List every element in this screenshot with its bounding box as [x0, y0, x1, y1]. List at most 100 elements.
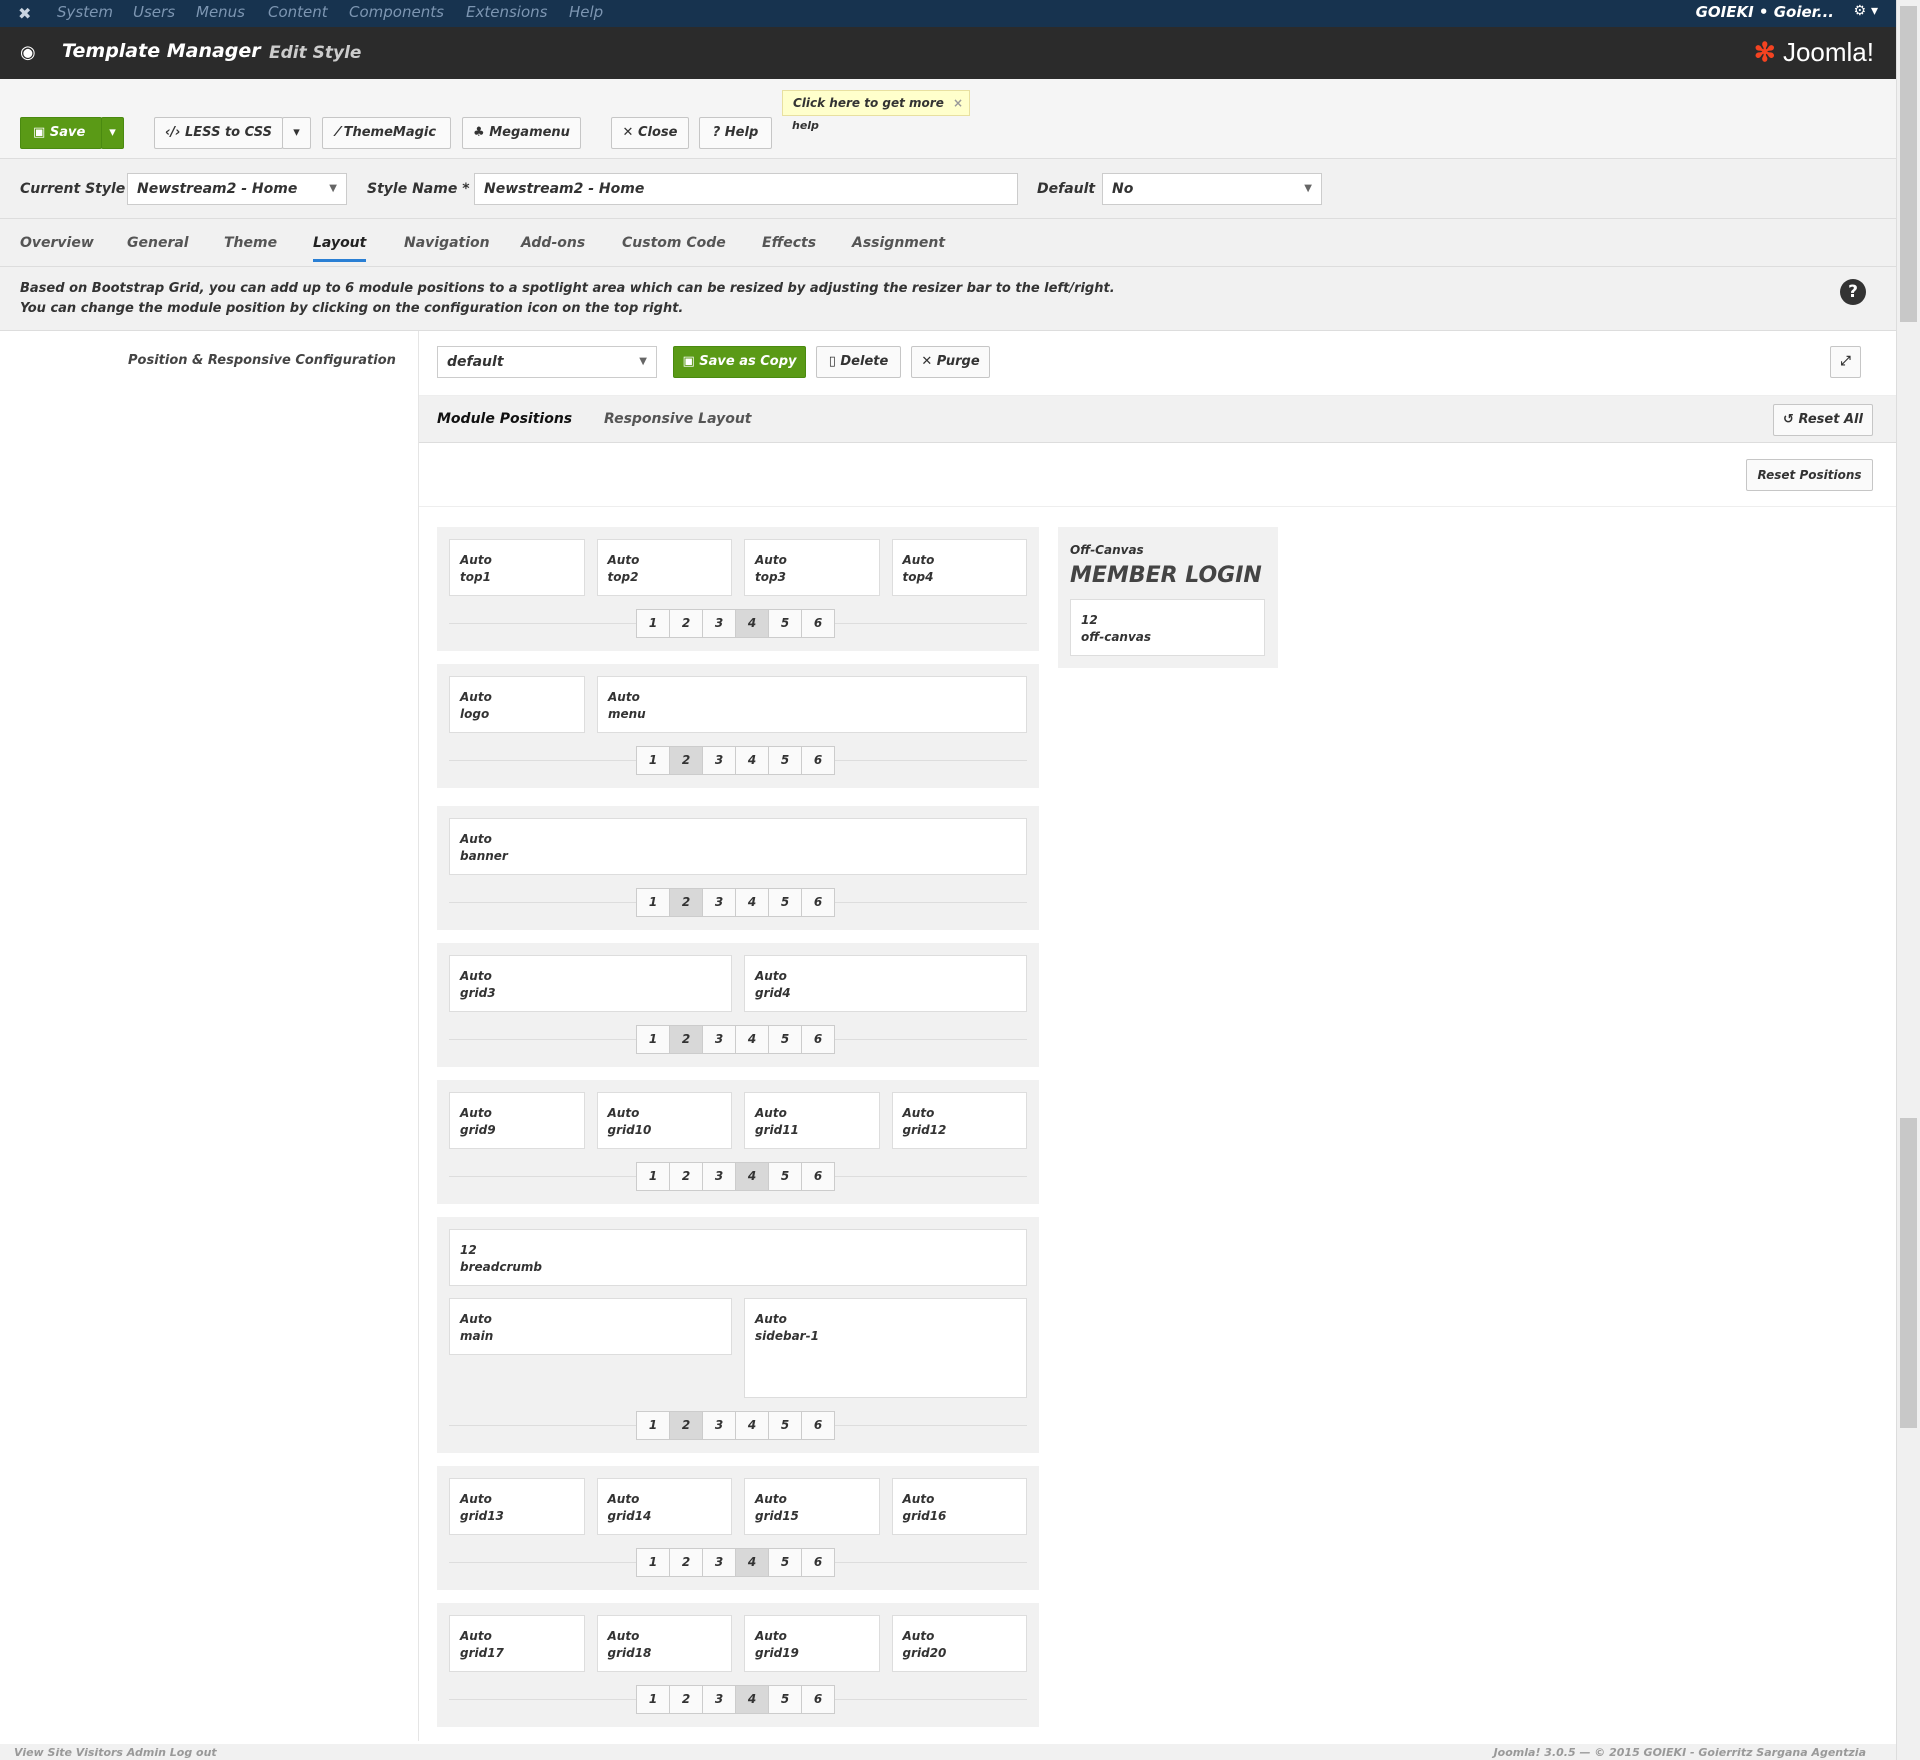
current-style-select[interactable]: Newstream2 - Home ▼	[127, 173, 347, 205]
column-count-button[interactable]: 2	[669, 1548, 703, 1577]
column-count-button[interactable]: 5	[768, 1162, 802, 1191]
column-count-button[interactable]: 1	[636, 1411, 670, 1440]
module-position[interactable]: Auto top4	[891, 539, 1027, 596]
module-position[interactable]: Auto sidebar-1	[744, 1298, 1027, 1398]
close-icon[interactable]: ×	[953, 95, 963, 111]
column-count-button[interactable]: 3	[702, 746, 736, 775]
joomla-icon[interactable]: ✖	[18, 4, 31, 23]
module-position[interactable]: Auto grid14	[596, 1478, 732, 1535]
save-dropdown-button[interactable]: ▾	[101, 117, 124, 149]
column-count-button[interactable]: 3	[702, 1548, 736, 1577]
column-count-button[interactable]: 2	[669, 888, 703, 917]
column-count-button[interactable]: 4	[735, 1025, 769, 1054]
column-count-button[interactable]: 6	[801, 1411, 835, 1440]
tab-add-ons[interactable]: Add-ons	[521, 235, 585, 251]
module-position[interactable]: Auto grid10	[596, 1092, 732, 1149]
column-count-button[interactable]: 5	[768, 746, 802, 775]
module-position[interactable]: Auto top1	[449, 539, 585, 596]
column-count-button[interactable]: 4	[735, 1685, 769, 1714]
reset-positions-button[interactable]: Reset Positions	[1746, 459, 1873, 491]
column-count-button[interactable]: 5	[768, 1411, 802, 1440]
column-count-button[interactable]: 4	[735, 1411, 769, 1440]
column-count-button[interactable]: 5	[768, 1685, 802, 1714]
column-count-button[interactable]: 2	[669, 1025, 703, 1054]
save-as-copy-button[interactable]: ▣ Save as Copy	[673, 346, 806, 378]
module-position[interactable]: Auto grid12	[891, 1092, 1027, 1149]
column-count-button[interactable]: 2	[669, 746, 703, 775]
question-circle-icon[interactable]: ?	[1840, 279, 1866, 305]
column-count-button[interactable]: 4	[735, 609, 769, 638]
column-count-button[interactable]: 5	[768, 1548, 802, 1577]
module-position[interactable]: 12 breadcrumb	[449, 1229, 1027, 1286]
reset-all-button[interactable]: ↺ Reset All	[1773, 404, 1873, 436]
module-position[interactable]: Auto menu	[597, 676, 1027, 733]
close-button[interactable]: ✕ Close	[611, 117, 689, 149]
layout-select[interactable]: default ▼	[437, 346, 657, 378]
column-count-button[interactable]: 1	[636, 1685, 670, 1714]
column-count-button[interactable]: 2	[669, 609, 703, 638]
menu-extensions[interactable]: Extensions	[466, 3, 547, 21]
user-menu[interactable]: GOIEKI • Goier...	[1696, 3, 1834, 21]
column-count-button[interactable]: 5	[768, 888, 802, 917]
module-position[interactable]: Auto banner	[449, 818, 1027, 875]
tab-layout[interactable]: Layout	[313, 235, 367, 262]
module-position[interactable]: Auto top2	[596, 539, 732, 596]
scrollbar-thumb[interactable]	[1900, 1118, 1917, 1428]
expand-button[interactable]: ⤢	[1830, 346, 1861, 378]
module-position[interactable]: Auto grid11	[744, 1092, 880, 1149]
module-position[interactable]: Auto grid20	[891, 1615, 1027, 1672]
column-count-button[interactable]: 3	[702, 1411, 736, 1440]
column-count-button[interactable]: 1	[636, 888, 670, 917]
column-count-button[interactable]: 2	[669, 1685, 703, 1714]
module-position[interactable]: Auto top3	[744, 539, 880, 596]
column-count-button[interactable]: 6	[801, 746, 835, 775]
default-select[interactable]: No ▼	[1102, 173, 1322, 205]
column-count-button[interactable]: 3	[702, 888, 736, 917]
column-count-button[interactable]: 6	[801, 609, 835, 638]
subtab-responsive-layout[interactable]: Responsive Layout	[604, 411, 752, 427]
module-position[interactable]: Auto grid16	[891, 1478, 1027, 1535]
column-count-button[interactable]: 4	[735, 888, 769, 917]
module-position[interactable]: Auto grid13	[449, 1478, 585, 1535]
help-button[interactable]: ? Help	[699, 117, 772, 149]
tab-theme[interactable]: Theme	[224, 235, 277, 251]
off-canvas-position[interactable]: 12 off-canvas	[1070, 599, 1265, 656]
module-position[interactable]: Auto grid9	[449, 1092, 585, 1149]
column-count-button[interactable]: 6	[801, 1548, 835, 1577]
column-count-button[interactable]: 5	[768, 1025, 802, 1054]
tab-general[interactable]: General	[127, 235, 189, 251]
subtab-module-positions[interactable]: Module Positions	[437, 411, 572, 427]
scrollbar[interactable]	[1896, 0, 1920, 1760]
column-count-button[interactable]: 2	[669, 1162, 703, 1191]
module-position[interactable]: Auto grid15	[744, 1478, 880, 1535]
column-count-button[interactable]: 3	[702, 1162, 736, 1191]
save-button[interactable]: ▣ Save	[20, 117, 102, 149]
column-count-button[interactable]: 2	[669, 1411, 703, 1440]
module-position[interactable]: Auto main	[449, 1298, 732, 1355]
module-position[interactable]: Auto grid4	[744, 955, 1027, 1012]
column-count-button[interactable]: 3	[702, 1685, 736, 1714]
megamenu-button[interactable]: ♣ Megamenu	[462, 117, 581, 149]
module-position[interactable]: Auto grid19	[744, 1615, 880, 1672]
menu-users[interactable]: Users	[133, 3, 175, 21]
column-count-button[interactable]: 1	[636, 746, 670, 775]
tab-assignment[interactable]: Assignment	[852, 235, 945, 251]
less-dropdown-button[interactable]: ▾	[282, 117, 311, 149]
column-count-button[interactable]: 1	[636, 1548, 670, 1577]
purge-button[interactable]: ✕ Purge	[911, 346, 990, 378]
menu-menus[interactable]: Menus	[196, 3, 245, 21]
column-count-button[interactable]: 6	[801, 1025, 835, 1054]
less-to-css-button[interactable]: ‹/› LESS to CSS	[154, 117, 283, 149]
column-count-button[interactable]: 1	[636, 609, 670, 638]
column-count-button[interactable]: 1	[636, 1162, 670, 1191]
thememagic-button[interactable]: ⁄ ThemeMagic	[322, 117, 451, 149]
scrollbar-thumb[interactable]	[1900, 6, 1917, 322]
column-count-button[interactable]: 6	[801, 1685, 835, 1714]
column-count-button[interactable]: 4	[735, 1162, 769, 1191]
menu-components[interactable]: Components	[349, 3, 444, 21]
column-count-button[interactable]: 4	[735, 746, 769, 775]
tab-navigation[interactable]: Navigation	[404, 235, 490, 251]
column-count-button[interactable]: 6	[801, 888, 835, 917]
column-count-button[interactable]: 1	[636, 1025, 670, 1054]
menu-content[interactable]: Content	[268, 3, 328, 21]
